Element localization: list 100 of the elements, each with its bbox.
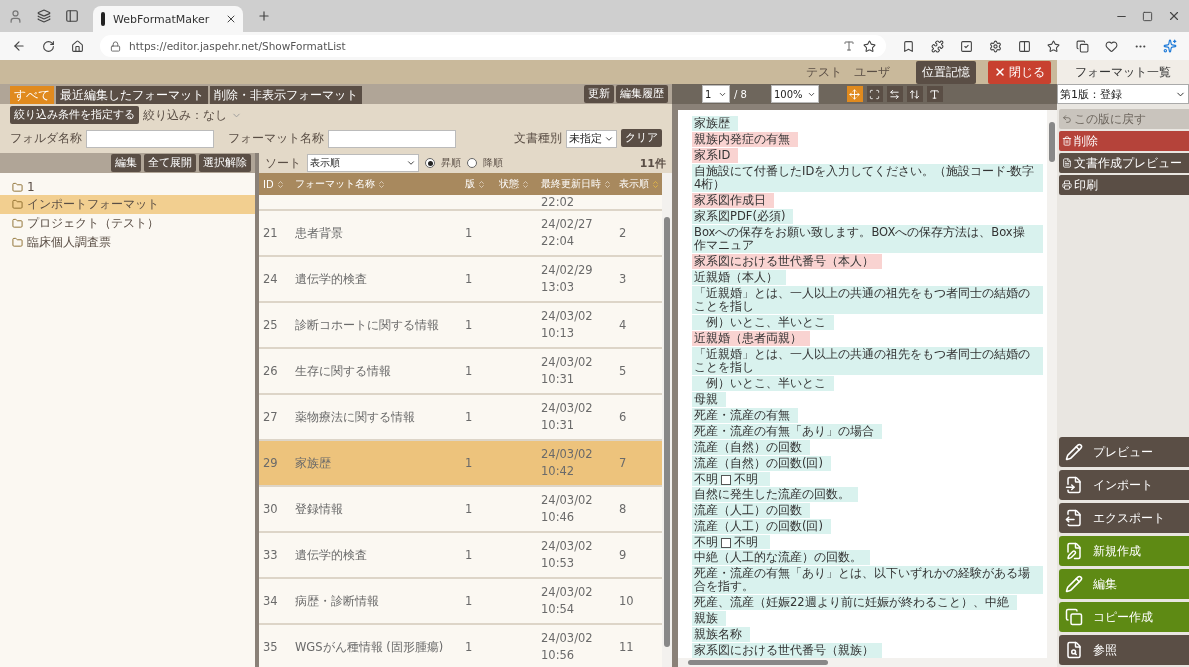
checkbox[interactable] — [721, 537, 731, 548]
checkbox[interactable] — [721, 474, 731, 485]
scrollbar[interactable] — [678, 658, 1057, 667]
table-row[interactable]: 35 WGSがん種情報 (固形腫瘍) 1 24/03/02 10:56 11 — [259, 625, 662, 667]
puzzle-icon[interactable] — [931, 39, 944, 53]
save-position-button[interactable]: 位置記憶 — [916, 60, 976, 84]
fit-page-icon[interactable] — [846, 86, 863, 102]
home-icon[interactable] — [71, 39, 84, 53]
close-button[interactable]: 閉じる — [988, 60, 1051, 84]
table-row[interactable]: 33 遺伝学的検査 1 24/03/02 10:53 9 — [259, 533, 662, 579]
form-field: 流産（自然）の回数(回) — [692, 456, 831, 471]
maximize-icon[interactable] — [1142, 10, 1153, 22]
heart-icon[interactable] — [1105, 39, 1118, 53]
favorite-star-icon[interactable] — [863, 39, 876, 53]
table-row[interactable]: 25 診断コホートに関する情報 1 24/03/02 10:13 4 — [259, 303, 662, 349]
printer-icon — [1062, 180, 1072, 190]
read-aloud-icon — [843, 40, 855, 52]
fit-height-icon[interactable] — [906, 86, 923, 102]
form-field: 死産・流産の有無「あり」とは、以下いずれかの経験がある場合を指す。 — [692, 566, 1043, 594]
refresh-icon[interactable] — [42, 39, 55, 53]
favorites-icon[interactable] — [1047, 39, 1060, 53]
action-button[interactable]: エクスポート — [1059, 503, 1189, 533]
fit-frame-icon[interactable] — [866, 86, 883, 102]
table-cell-text: 1 — [465, 638, 474, 656]
folder-item[interactable]: インポートフォーマット — [0, 195, 255, 214]
sort-select[interactable]: 表示順 — [307, 154, 419, 172]
form-field: 近親婚（本人） — [692, 270, 786, 285]
tab[interactable]: 削除・非表示フォーマット — [210, 86, 362, 104]
form-field: 例）いとこ、半いとこ — [692, 376, 834, 391]
form-field: 自施設にて付番したIDを入力してください。（施設コード-数字4桁） — [692, 164, 1043, 192]
folder-icon — [12, 199, 23, 210]
profile-icon[interactable] — [8, 8, 23, 24]
action-button[interactable]: 新規作成 — [1059, 536, 1189, 566]
action-button[interactable]: コピー作成 — [1059, 602, 1189, 632]
table-row[interactable]: 34 病歴・診断情報 1 24/03/02 10:54 10 — [259, 579, 662, 625]
table-cell-text: 22:02 — [541, 198, 576, 206]
back-icon[interactable] — [12, 39, 26, 53]
table-cell-text: 27 — [263, 408, 279, 426]
table-cell-text: 24/03/02 10:53 — [541, 538, 594, 572]
filter-button[interactable]: 絞り込み条件を指定する — [10, 106, 139, 124]
action-button[interactable]: 印刷 — [1059, 175, 1189, 195]
workspaces-icon[interactable] — [37, 9, 51, 23]
new-tab-icon[interactable] — [257, 9, 271, 23]
table-cell-text: 診断コホートに関する情報 — [295, 316, 440, 334]
gear-icon[interactable] — [989, 39, 1002, 53]
table-cell-text: 30 — [263, 500, 279, 518]
address-bar[interactable]: https://editor.jaspehr.net/ShowFormatList — [100, 35, 886, 57]
action-button[interactable]: プレビュー — [1059, 437, 1189, 467]
table-cell-text: 26 — [263, 362, 279, 380]
sort-label: ソート — [265, 154, 301, 172]
tree-action-button[interactable]: 全て展開 — [144, 153, 196, 172]
split-screen-icon[interactable] — [1018, 39, 1031, 53]
collections-icon[interactable] — [1076, 39, 1089, 53]
sparkle-icon[interactable] — [1163, 39, 1177, 53]
page-select[interactable]: 1 — [702, 85, 730, 103]
scrollbar[interactable] — [1047, 110, 1057, 658]
extension-icon[interactable] — [902, 39, 915, 53]
form-field: 死産・流産の有無「あり」の場合 — [692, 424, 882, 439]
clear-button[interactable]: クリア — [621, 129, 662, 147]
toolbar-button[interactable]: 更新 — [584, 85, 614, 103]
action-button[interactable]: 参照 — [1059, 635, 1189, 665]
action-button[interactable]: インポート — [1059, 470, 1189, 500]
action-button[interactable]: 削除 — [1059, 131, 1189, 151]
table-row[interactable]: 26 生存に関する情報 1 24/03/02 10:31 5 — [259, 349, 662, 395]
table-row[interactable]: 27 薬物療法に関する情報 1 24/03/02 10:31 6 — [259, 395, 662, 441]
text-field[interactable] — [328, 129, 456, 148]
tree-action-button[interactable]: 編集 — [111, 153, 141, 172]
browser-tab[interactable]: WebFormatMaker — [93, 6, 243, 32]
new-file-icon — [1065, 542, 1083, 560]
checkbox-icon[interactable] — [960, 39, 973, 53]
tree-action-button[interactable]: 選択解除 — [199, 153, 251, 172]
action-button[interactable]: 編集 — [1059, 569, 1189, 599]
action-button[interactable]: 文書作成プレビュー — [1059, 153, 1189, 173]
scrollbar[interactable] — [662, 173, 672, 667]
text-field[interactable] — [86, 129, 214, 148]
filter-status: 絞り込み：なし — [143, 107, 227, 124]
fit-width-icon[interactable] — [886, 86, 903, 102]
table-row[interactable]: 30 登録情報 1 24/03/02 10:46 8 — [259, 487, 662, 533]
table-row[interactable]: 24 遺伝学的検査 1 24/02/29 13:03 3 — [259, 257, 662, 303]
folder-item[interactable]: プロジェクト（テスト） — [0, 214, 255, 233]
result-count: 11件 — [639, 155, 666, 171]
text-box-icon[interactable] — [926, 86, 943, 102]
table-cell-text: 病歴・診断情報 — [295, 592, 380, 610]
version-select[interactable]: 第1版：登録 — [1057, 84, 1189, 104]
toolbar-button[interactable]: 編集履歴 — [616, 85, 668, 103]
table-cell-text: 24/03/02 10:42 — [541, 446, 594, 480]
table-row[interactable]: 21 患者背景 1 24/02/27 22:04 2 — [259, 211, 662, 257]
table-cell-text: 3 — [619, 270, 628, 288]
doc-type-select[interactable]: 未指定 — [566, 129, 617, 148]
zoom-select[interactable]: 100% — [770, 85, 819, 103]
table-cell-text: 29 — [263, 454, 279, 472]
folder-item[interactable]: 臨床個人調査票 — [0, 233, 255, 252]
folder-item[interactable]: 1 — [0, 179, 255, 195]
radio-button[interactable] — [425, 158, 435, 168]
folder-icon — [12, 181, 23, 193]
tab-actions-icon[interactable] — [65, 9, 79, 23]
radio-button[interactable] — [467, 158, 477, 168]
tab[interactable]: 最近編集したフォーマット — [56, 86, 208, 104]
close-icon[interactable] — [1167, 9, 1181, 23]
form-field: 死産・流産の有無 — [692, 408, 798, 423]
